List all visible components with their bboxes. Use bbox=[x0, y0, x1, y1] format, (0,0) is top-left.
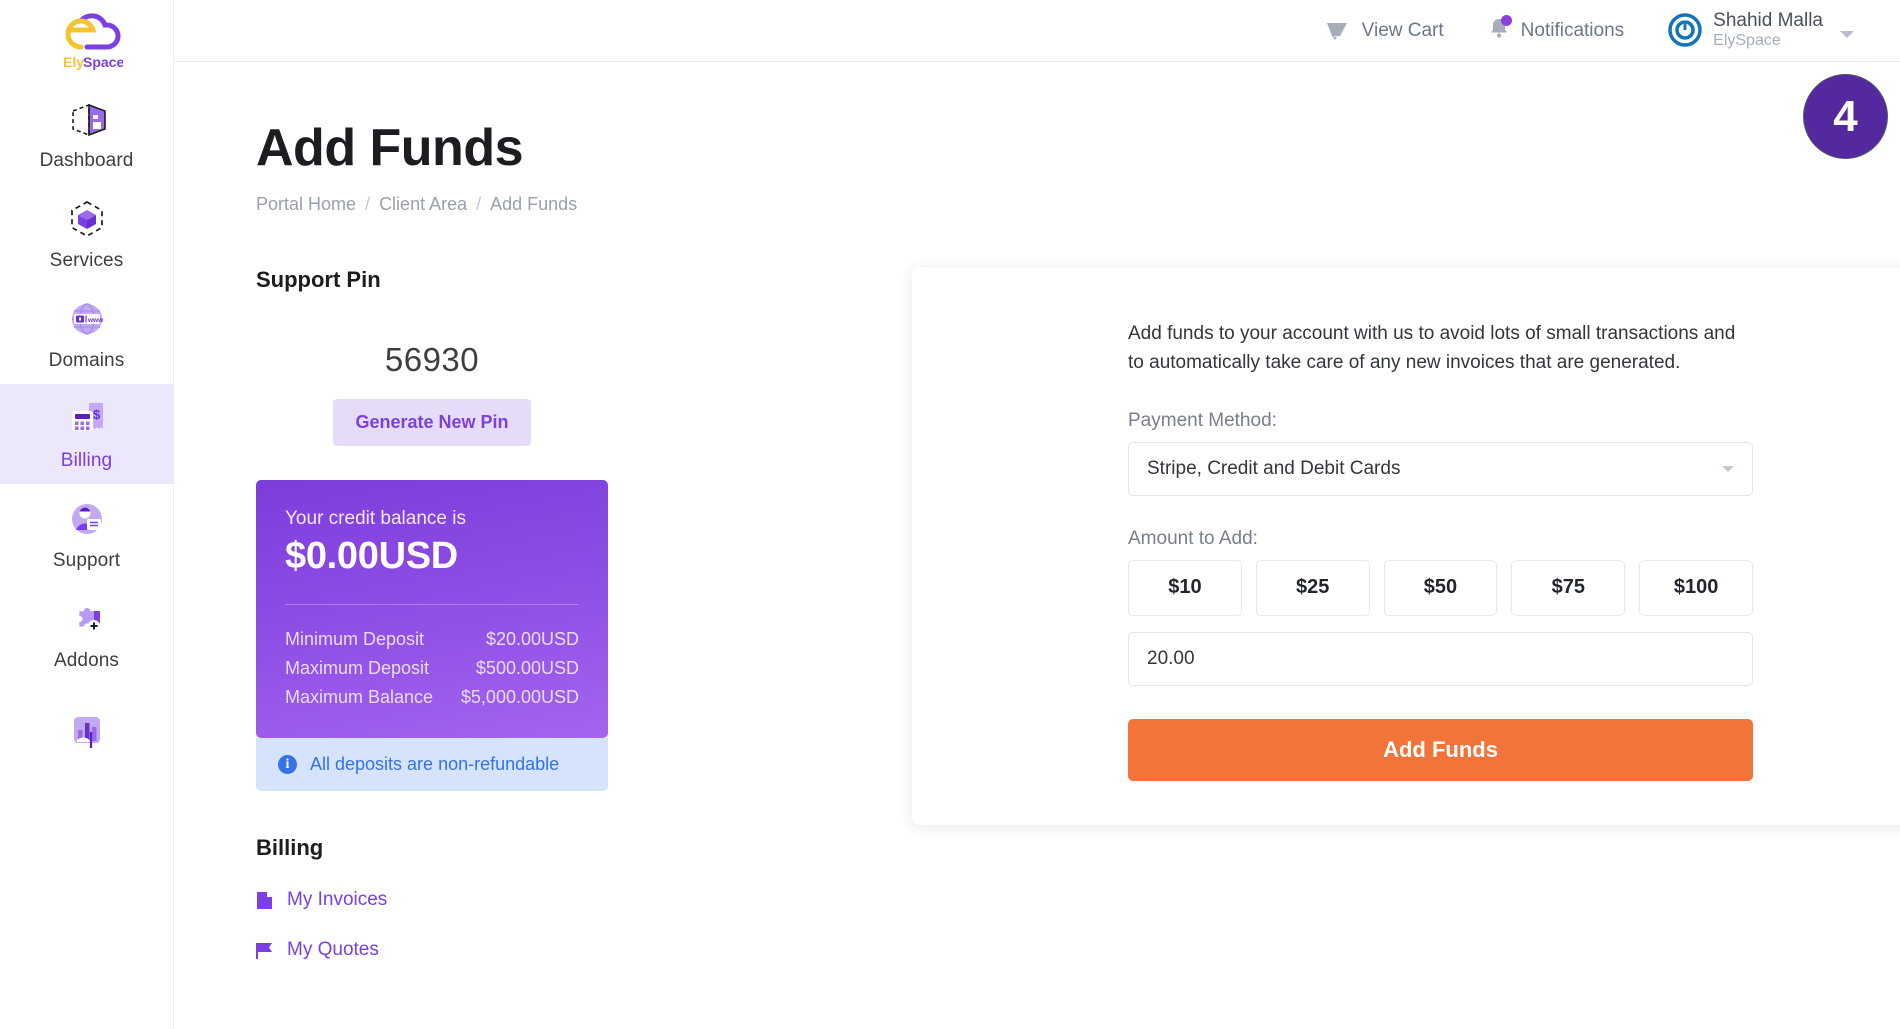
row-value: $5,000.00USD bbox=[460, 687, 579, 707]
billing-links-heading: Billing bbox=[256, 835, 324, 860]
sidebar-item-label: Domains bbox=[48, 350, 125, 371]
flag-icon bbox=[256, 942, 272, 959]
breadcrumb: Portal Home / Client Area / Add Funds bbox=[256, 194, 1844, 215]
user-menu[interactable]: Shahid Malla ElySpace bbox=[1668, 10, 1854, 50]
support-pin-heading: Support Pin bbox=[256, 267, 381, 292]
page-title: Add Funds bbox=[256, 119, 524, 177]
sidebar: Ely Space Dashboard Services www Domains… bbox=[0, 0, 174, 1029]
row-label: Minimum Deposit bbox=[285, 629, 425, 649]
notifications-label: Notifications bbox=[1520, 19, 1625, 41]
sidebar-item-services[interactable]: Services bbox=[0, 184, 173, 284]
sidebar-item-billing[interactable]: $ Billing bbox=[0, 384, 173, 484]
amount-preset-group: $10 $25 $50 $75 $100 bbox=[1128, 559, 1753, 616]
generate-new-pin-button[interactable]: Generate New Pin bbox=[333, 399, 531, 446]
breadcrumb-item-client-area[interactable]: Client Area bbox=[379, 194, 467, 215]
sidebar-item-label: Services bbox=[49, 250, 124, 271]
notifications-button[interactable]: Notifications bbox=[1488, 14, 1625, 46]
amount-preset-50[interactable]: $50 bbox=[1383, 559, 1498, 616]
elyspace-logo-icon: Ely Space bbox=[63, 13, 123, 70]
billing-calculator-icon: $ bbox=[64, 396, 110, 442]
power-avatar-icon bbox=[1668, 13, 1702, 48]
dashboard-icon bbox=[64, 96, 110, 142]
view-cart-label: View Cart bbox=[1361, 19, 1444, 41]
user-organization: ElySpace bbox=[1713, 32, 1781, 50]
support-pin-value: 56930 bbox=[384, 341, 480, 378]
table-row: Maximum Deposit $500.00USD bbox=[285, 654, 579, 683]
brand-logo[interactable]: Ely Space bbox=[0, 0, 173, 84]
chevron-down-icon bbox=[1722, 465, 1734, 472]
amount-input[interactable] bbox=[1128, 631, 1753, 686]
support-agent-icon bbox=[64, 496, 110, 542]
credit-balance-amount: $0.00USD bbox=[285, 535, 458, 577]
top-navigation-bar: View Cart Notifications Shahid Malla Ely… bbox=[174, 0, 1900, 62]
sidebar-item-label: Addons bbox=[53, 650, 120, 671]
sidebar-item-addons[interactable]: Addons bbox=[0, 584, 173, 684]
addons-puzzle-icon bbox=[64, 596, 110, 642]
amount-preset-25[interactable]: $25 bbox=[1255, 559, 1370, 616]
sidebar-item-label: Dashboard bbox=[39, 150, 134, 171]
credit-balance-label: Your credit balance is bbox=[285, 508, 466, 529]
view-cart-button[interactable]: View Cart bbox=[1325, 20, 1444, 42]
svg-text:Space: Space bbox=[83, 54, 123, 70]
svg-text:www: www bbox=[87, 317, 104, 324]
sidebar-item-label: Support bbox=[52, 550, 121, 571]
document-icon bbox=[257, 891, 272, 909]
info-icon: i bbox=[278, 755, 297, 774]
sidebar-item-label: Billing bbox=[60, 450, 113, 471]
main-content: Add Funds Portal Home / Client Area / Ad… bbox=[174, 62, 1900, 1029]
billing-link-label: My Quotes bbox=[287, 939, 379, 960]
amount-preset-75[interactable]: $75 bbox=[1511, 559, 1626, 616]
amount-preset-10[interactable]: $10 bbox=[1128, 559, 1242, 616]
table-row: Minimum Deposit $20.00USD bbox=[285, 625, 579, 654]
billing-link-label: My Invoices bbox=[287, 889, 388, 910]
breadcrumb-item-portal-home[interactable]: Portal Home bbox=[256, 194, 356, 215]
sidebar-item-reports[interactable] bbox=[0, 684, 173, 784]
row-value: $20.00USD bbox=[485, 629, 579, 649]
svg-text:Ely: Ely bbox=[63, 54, 84, 70]
chevron-down-icon bbox=[1840, 31, 1854, 39]
breadcrumb-item-add-funds: Add Funds bbox=[490, 194, 578, 214]
non-refundable-alert: i All deposits are non-refundable bbox=[256, 738, 608, 791]
services-cube-icon bbox=[64, 196, 110, 242]
breadcrumb-separator: / bbox=[365, 194, 371, 214]
sidebar-item-support[interactable]: Support bbox=[0, 484, 173, 584]
billing-link-my-invoices[interactable]: My Invoices bbox=[256, 889, 608, 911]
domains-globe-icon: www bbox=[64, 296, 110, 342]
row-label: Maximum Balance bbox=[285, 687, 434, 707]
row-value: $500.00USD bbox=[475, 658, 579, 678]
reports-chart-icon bbox=[64, 707, 110, 753]
add-funds-card: Add funds to your account with us to avo… bbox=[912, 267, 1900, 825]
add-funds-submit-button[interactable]: Add Funds bbox=[1128, 718, 1753, 781]
credit-balance-card: Your credit balance is $0.00USD Minimum … bbox=[256, 480, 608, 738]
breadcrumb-separator: / bbox=[476, 194, 482, 214]
table-row: Maximum Balance $5,000.00USD bbox=[285, 683, 579, 712]
row-label: Maximum Deposit bbox=[285, 658, 430, 678]
support-pin-block: 56930 Generate New Pin bbox=[256, 341, 608, 446]
add-funds-intro: Add funds to your account with us to avo… bbox=[1128, 323, 1736, 374]
sidebar-item-dashboard[interactable]: Dashboard bbox=[0, 84, 173, 184]
payment-method-label: Payment Method: bbox=[1128, 409, 1277, 431]
payment-method-select[interactable]: Stripe, Credit and Debit Cards bbox=[1128, 441, 1753, 496]
svg-text:$: $ bbox=[93, 407, 101, 422]
left-sidebar-column: Support Pin 56930 Generate New Pin Your … bbox=[256, 267, 608, 961]
add-funds-column: Add funds to your account with us to avo… bbox=[912, 267, 1900, 961]
user-name: Shahid Malla bbox=[1713, 10, 1823, 32]
billing-link-my-quotes[interactable]: My Quotes bbox=[256, 939, 608, 961]
amount-preset-100[interactable]: $100 bbox=[1639, 559, 1753, 616]
payment-method-value: Stripe, Credit and Debit Cards bbox=[1147, 457, 1401, 479]
amount-to-add-label: Amount to Add: bbox=[1128, 527, 1258, 549]
notification-dot bbox=[1500, 14, 1512, 26]
alert-text: All deposits are non-refundable bbox=[310, 754, 560, 774]
divider bbox=[285, 604, 579, 605]
sidebar-item-domains[interactable]: www Domains bbox=[0, 284, 173, 384]
cart-icon bbox=[1326, 22, 1347, 40]
step-badge: 4 bbox=[1803, 74, 1888, 159]
